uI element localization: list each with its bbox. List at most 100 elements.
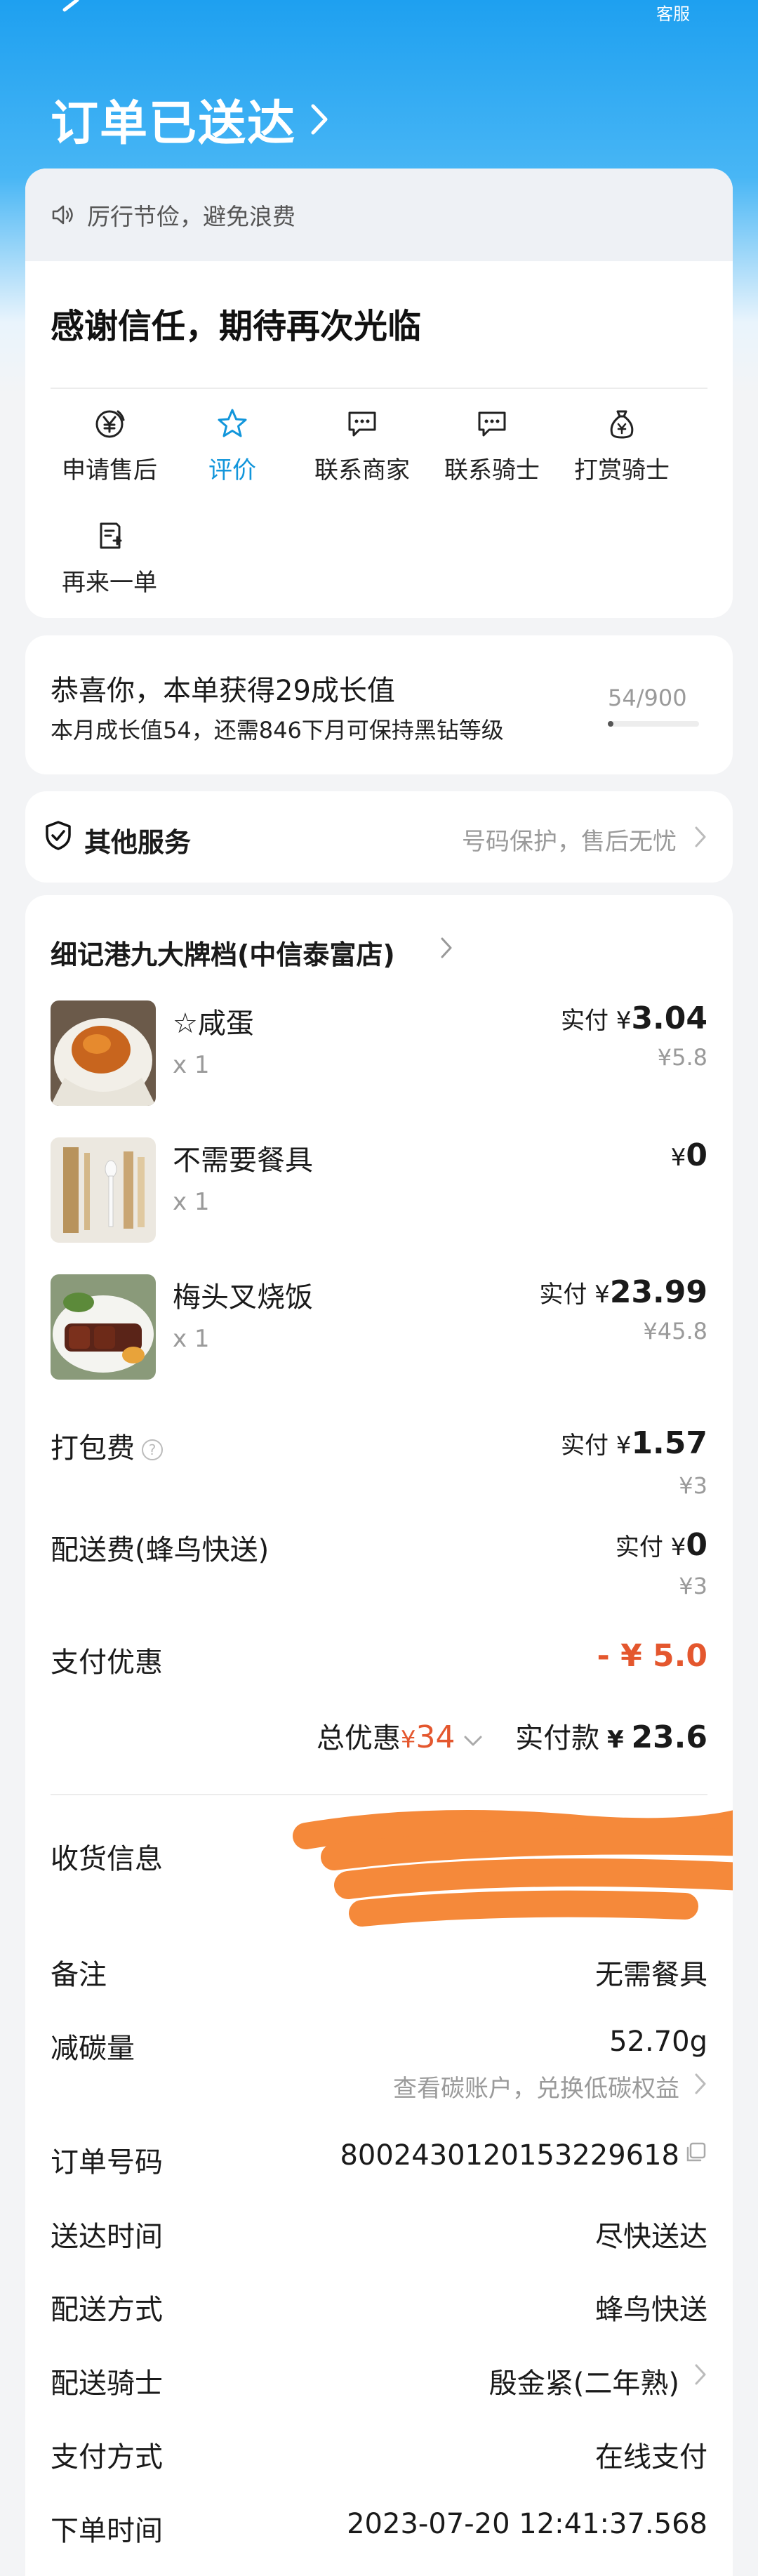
item-original-price: ¥45.8 xyxy=(643,1318,707,1345)
paid-total-label: 实付款 xyxy=(515,1722,600,1755)
tip-rider-label: 打赏骑士 xyxy=(574,456,670,484)
services-title: 其他服务 xyxy=(84,827,192,858)
item-name: 梅头叉烧饭 xyxy=(173,1281,313,1314)
delivery-fee-label: 配送费(蜂鸟快送) xyxy=(51,1534,270,1566)
chat-bubble-icon xyxy=(348,411,376,437)
chevron-right-icon xyxy=(695,2073,706,2094)
paid-prefix: 实付 xyxy=(560,1432,609,1460)
item-quantity: x 1 xyxy=(173,1325,210,1353)
paid-prefix: 实付 xyxy=(539,1281,587,1309)
packing-fee-price: 实付 ¥1.57 xyxy=(561,1425,707,1461)
delivery-fee-price: 实付 ¥0 xyxy=(616,1527,707,1563)
bbq-pork-rice-photo xyxy=(51,1274,156,1380)
order-detail-card: 细记港九大牌档(中信泰富店) ☆咸蛋 x 1 实付 ¥3.04 ¥5.8 不需要… xyxy=(25,895,733,2576)
paid-amount: 0 xyxy=(686,1137,707,1173)
remark-label: 备注 xyxy=(51,1959,107,1991)
packing-fee-text: 打包费 xyxy=(51,1432,135,1465)
notice-bar: 厉行节俭，避免浪费 xyxy=(25,169,733,261)
growth-count: 54/900 xyxy=(608,685,687,711)
shop-name-link[interactable]: 细记港九大牌档(中信泰富店) xyxy=(51,933,395,972)
paid-amount: 23.99 xyxy=(609,1274,707,1310)
customer-service-link[interactable]: 客服 xyxy=(656,0,690,25)
growth-progress-fill xyxy=(608,721,613,727)
divider xyxy=(51,388,707,389)
chat-bubble-icon xyxy=(478,411,506,437)
paid-total-value: 23.6 xyxy=(631,1719,707,1755)
order-summary: 总优惠¥34 实付款 ¥ 23.6 xyxy=(317,1715,707,1756)
delivered-time-value: 尽快送达 xyxy=(595,2221,707,2253)
currency-symbol: ¥ xyxy=(670,1533,686,1561)
delivery-method-value: 蜂鸟快送 xyxy=(595,2294,707,2326)
rider-value[interactable]: 殷金紧(二年熟) xyxy=(489,2360,679,2401)
total-discount-currency: ¥ xyxy=(400,1726,416,1754)
item-quantity: x 1 xyxy=(173,1188,210,1216)
total-discount-label: 总优惠 xyxy=(316,1722,401,1755)
paid-total-currency: ¥ xyxy=(606,1726,624,1754)
order-number-label: 订单号码 xyxy=(51,2146,163,2179)
page-title: 订单已送达 xyxy=(51,96,297,152)
payment-method-label: 支付方式 xyxy=(51,2441,163,2473)
star-icon xyxy=(218,409,247,437)
review-button[interactable]: 评价 xyxy=(166,407,299,485)
carbon-reduction-value: 52.70g xyxy=(609,2026,707,2058)
chevron-right-icon xyxy=(311,104,328,134)
question-mark-icon[interactable]: ? xyxy=(142,1439,163,1460)
remark-value: 无需餐具 xyxy=(595,1959,707,1991)
utensils-photo xyxy=(51,1137,156,1243)
item-quantity: x 1 xyxy=(173,1051,210,1079)
contact-merchant-button[interactable]: 联系商家 xyxy=(295,407,429,485)
back-arrow-icon[interactable] xyxy=(56,0,84,14)
reorder-button[interactable]: 再来一单 xyxy=(43,520,176,597)
item-paid-price: 实付 ¥23.99 xyxy=(539,1274,707,1310)
currency-symbol: ¥ xyxy=(616,1007,632,1035)
item-paid-price: ¥0 xyxy=(671,1137,707,1173)
after-sales-label: 申请售后 xyxy=(62,456,157,484)
delivery-address-label: 收货信息 xyxy=(51,1843,163,1875)
paid-prefix: 实付 xyxy=(560,1007,609,1035)
money-bag-icon xyxy=(610,410,634,439)
currency-symbol: ¥ xyxy=(616,1432,632,1460)
total-discount-value: 34 xyxy=(415,1719,456,1755)
packing-fee-original: ¥3 xyxy=(679,1472,707,1499)
growth-progress-bar xyxy=(608,721,699,727)
delivered-time-label: 送达时间 xyxy=(51,2221,163,2253)
packing-fee-label: 打包费? xyxy=(51,1425,163,1466)
payment-method-value: 在线支付 xyxy=(595,2441,707,2473)
paid-prefix: 实付 xyxy=(615,1533,663,1561)
growth-card[interactable]: 恭喜你，本单获得29成长值 本月成长值54，还需846下月可保持黑钻等级 54/… xyxy=(25,635,733,774)
contact-merchant-label: 联系商家 xyxy=(314,456,410,484)
salted-egg-photo xyxy=(51,1000,156,1106)
chevron-down-icon[interactable] xyxy=(463,1734,484,1748)
after-sales-button[interactable]: 申请售后 xyxy=(43,407,176,485)
review-label: 评价 xyxy=(208,456,256,484)
thanks-message: 感谢信任，期待再次光临 xyxy=(51,307,422,346)
item-name: 不需要餐具 xyxy=(173,1144,313,1177)
chevron-right-icon xyxy=(695,826,706,847)
shield-check-icon xyxy=(46,821,71,850)
reorder-icon xyxy=(100,522,122,549)
divider xyxy=(51,1794,707,1795)
copy-icon[interactable] xyxy=(684,2141,707,2165)
order-status-card: 厉行节俭，避免浪费 感谢信任，期待再次光临 申请售后 评价 联系商家 联系骑士 xyxy=(25,169,733,618)
reorder-label: 再来一单 xyxy=(62,569,157,597)
payment-discount-value: - ¥ 5.0 xyxy=(597,1638,707,1674)
services-summary: 号码保护，售后无忧 xyxy=(462,828,677,856)
carbon-account-link[interactable]: 查看碳账户，兑换低碳权益 xyxy=(393,2069,679,2103)
contact-rider-button[interactable]: 联系骑士 xyxy=(425,407,559,485)
payment-discount-label: 支付优惠 xyxy=(51,1646,163,1679)
paid-amount: 1.57 xyxy=(631,1425,707,1461)
yuan-circle-icon xyxy=(95,410,125,438)
page-title-row[interactable]: 订单已送达 xyxy=(51,84,330,154)
growth-detail: 本月成长值54，还需846下月可保持黑钻等级 xyxy=(51,717,504,744)
other-services-card[interactable]: 其他服务 号码保护，售后无忧 xyxy=(25,791,733,883)
delivery-fee-original: ¥3 xyxy=(679,1573,707,1599)
tip-rider-button[interactable]: 打赏骑士 xyxy=(555,407,689,485)
growth-message: 恭喜你，本单获得29成长值 xyxy=(51,675,395,707)
order-time-label: 下单时间 xyxy=(51,2515,163,2547)
rider-label: 配送骑士 xyxy=(51,2367,163,2400)
delivery-method-label: 配送方式 xyxy=(51,2294,163,2326)
paid-amount: 3.04 xyxy=(631,1000,707,1036)
order-number-value: 8002430120153229618 xyxy=(340,2139,679,2172)
item-original-price: ¥5.8 xyxy=(657,1044,707,1071)
redacted-address-scribble xyxy=(293,1810,733,1927)
